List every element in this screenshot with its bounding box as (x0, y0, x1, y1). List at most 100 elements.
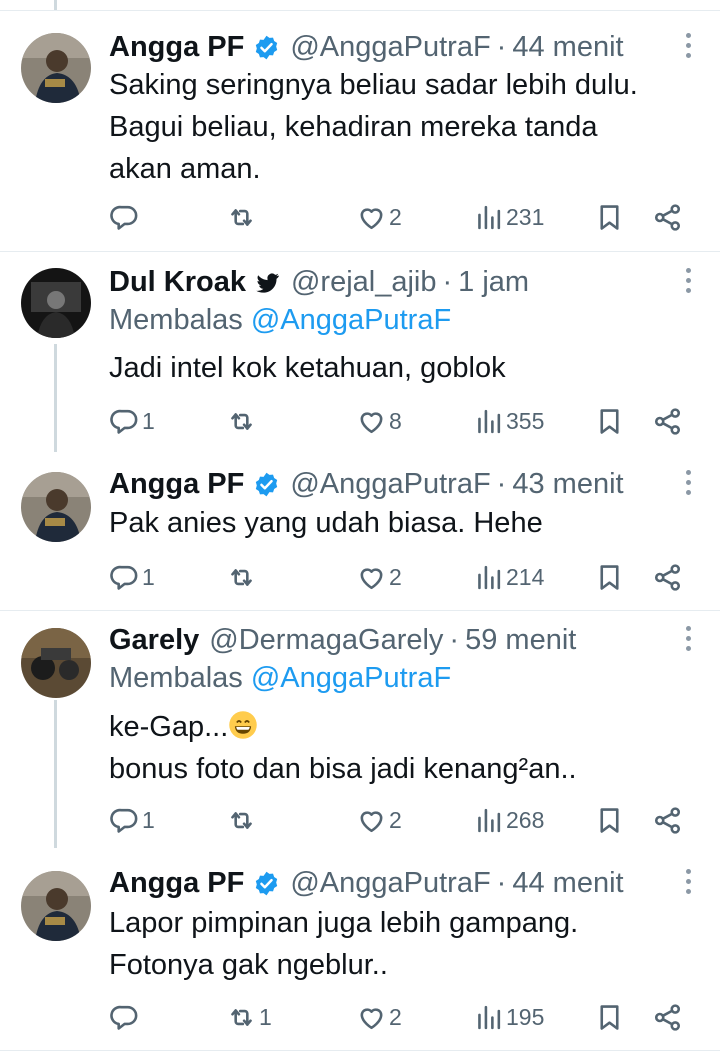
replying-to-mention[interactable]: @AnggaPutraF (251, 662, 451, 694)
views-button[interactable]: 355 (473, 401, 544, 441)
retweet-button[interactable]: 1 (226, 997, 272, 1037)
share-button[interactable] (652, 557, 683, 597)
like-button[interactable]: 2 (356, 800, 402, 840)
reply-count: 1 (142, 806, 155, 833)
verified-badge-icon (256, 472, 278, 496)
reply-icon (110, 1005, 138, 1030)
grinning-face-emoji (229, 711, 258, 739)
share-button[interactable] (652, 800, 683, 840)
tweet-line: Saking seringnya beliau sadar lebih dulu… (109, 69, 638, 101)
more-dots-icon[interactable] (684, 33, 692, 61)
separator-dot: · (496, 30, 507, 63)
view-count: 268 (506, 806, 545, 833)
action-bar: 1 2 195 (0, 997, 720, 1037)
views-chart-icon (478, 205, 501, 229)
retweet-icon (231, 412, 252, 430)
thread-line (54, 0, 57, 10)
handle[interactable]: @AnggaPutraF (290, 867, 490, 900)
like-button[interactable]: 2 (356, 197, 402, 237)
views-button[interactable]: 214 (473, 557, 544, 597)
like-heart-icon (360, 207, 383, 229)
views-chart-icon (478, 565, 501, 589)
more-dots-icon[interactable] (684, 869, 692, 897)
bookmark-button[interactable] (594, 800, 625, 840)
share-button[interactable] (652, 197, 683, 237)
timestamp[interactable]: 43 menit (512, 468, 623, 501)
display-name[interactable]: Dul Kroak (109, 266, 246, 299)
reply-button[interactable]: 1 (109, 800, 155, 840)
avatar[interactable] (21, 33, 91, 103)
more-dots-icon[interactable] (684, 470, 692, 498)
more-dots-icon[interactable] (684, 626, 692, 654)
reply-count: 1 (142, 563, 155, 590)
separator-dot: · (496, 866, 507, 899)
handle[interactable]: @rejal_ajib (291, 266, 437, 299)
views-chart-icon (478, 1005, 501, 1029)
views-button[interactable]: 268 (473, 800, 544, 840)
separator-dot: · (449, 623, 460, 656)
display-name[interactable]: Angga PF (109, 468, 244, 501)
more-dots-icon[interactable] (684, 268, 692, 296)
share-icon (654, 407, 681, 435)
retweet-icon (231, 568, 252, 586)
avatar[interactable] (21, 871, 91, 941)
view-count: 214 (506, 563, 545, 590)
share-button[interactable] (652, 401, 683, 441)
tweet-line: akan aman. (109, 153, 261, 185)
reply-button[interactable] (109, 197, 142, 237)
bookmark-button[interactable] (594, 197, 625, 237)
replying-to-mention[interactable]: @AnggaPutraF (251, 304, 451, 336)
share-icon (654, 1003, 681, 1031)
view-count: 195 (506, 1003, 545, 1030)
bookmark-icon (600, 807, 619, 833)
action-bar: 1 8 355 (0, 401, 720, 441)
handle[interactable]: @DermagaGarely (209, 624, 443, 657)
timestamp[interactable]: 59 menit (465, 624, 576, 657)
retweet-button[interactable] (226, 800, 259, 840)
views-button[interactable]: 195 (473, 997, 544, 1037)
retweet-button[interactable] (226, 557, 259, 597)
avatar[interactable] (21, 268, 91, 338)
timestamp[interactable]: 44 menit (512, 867, 623, 900)
bookmark-icon (600, 204, 619, 230)
avatar[interactable] (21, 472, 91, 542)
reply-icon (110, 565, 138, 590)
retweet-button[interactable] (226, 401, 259, 441)
like-button[interactable]: 8 (356, 401, 402, 441)
reply-icon (110, 205, 138, 230)
like-heart-icon (360, 810, 383, 832)
views-button[interactable]: 231 (473, 197, 544, 237)
like-button[interactable]: 2 (356, 997, 402, 1037)
like-heart-icon (360, 567, 383, 589)
display-name[interactable]: Angga PF (109, 31, 244, 64)
reply-button[interactable]: 1 (109, 401, 155, 441)
tweet-text: Pak anies yang udah biasa. Hehe (109, 502, 543, 544)
reply-icon (110, 409, 138, 434)
replying-to: Membalas @AnggaPutraF (109, 304, 451, 337)
retweet-button[interactable] (226, 197, 259, 237)
bookmark-button[interactable] (594, 401, 625, 441)
like-count: 2 (389, 203, 402, 230)
tweet-line: Jadi intel kok ketahuan, goblok (109, 352, 506, 384)
like-heart-icon (360, 1007, 383, 1029)
divider (0, 1050, 720, 1051)
handle[interactable]: @AnggaPutraF (290, 31, 490, 64)
reply-button[interactable] (109, 997, 142, 1037)
timestamp[interactable]: 44 menit (512, 31, 623, 64)
display-name[interactable]: Garely (109, 624, 199, 657)
avatar[interactable] (21, 628, 91, 698)
display-name[interactable]: Angga PF (109, 867, 244, 900)
bookmark-button[interactable] (594, 997, 625, 1037)
timestamp[interactable]: 1 jam (458, 266, 529, 299)
tweet-header: Angga PF @AnggaPutraF · 43 menit (109, 464, 624, 504)
reply-button[interactable]: 1 (109, 557, 155, 597)
retweet-icon (231, 811, 252, 829)
verified-badge-icon (256, 35, 278, 59)
like-count: 8 (389, 407, 402, 434)
tweet-text: Saking seringnya beliau sadar lebih dulu… (109, 64, 638, 190)
share-button[interactable] (652, 997, 683, 1037)
handle[interactable]: @AnggaPutraF (290, 468, 490, 501)
bookmark-button[interactable] (594, 557, 625, 597)
like-button[interactable]: 2 (356, 557, 402, 597)
divider (0, 610, 720, 611)
